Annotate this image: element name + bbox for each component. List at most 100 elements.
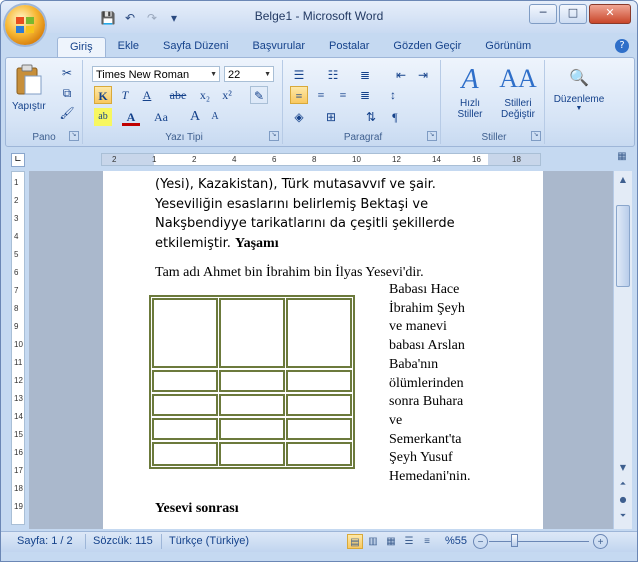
editing-button[interactable]: 🔍 Düzenleme ▼ bbox=[548, 64, 610, 112]
align-left-icon[interactable]: ≡ bbox=[290, 86, 308, 104]
grow-font-button[interactable]: A bbox=[186, 108, 204, 126]
borders-icon[interactable]: ⊞ bbox=[322, 108, 340, 126]
line-spacing-icon[interactable]: ↕ bbox=[384, 86, 402, 104]
change-styles-button[interactable]: AA Stilleri Değiştir bbox=[494, 64, 542, 120]
styles-launcher-icon[interactable]: ↘ bbox=[531, 131, 541, 141]
language-indicator[interactable]: Türkçe (Türkiye) bbox=[169, 535, 249, 547]
tab-3[interactable]: Başvurular bbox=[240, 37, 317, 58]
table-cell[interactable] bbox=[152, 394, 218, 416]
web-layout-icon[interactable]: ▦ bbox=[383, 534, 399, 549]
sort-icon[interactable]: ⇅ bbox=[362, 108, 380, 126]
table-cell[interactable] bbox=[286, 394, 352, 416]
minimize-button[interactable]: ─ bbox=[529, 4, 557, 24]
page-count[interactable]: Sayfa: 1 / 2 bbox=[17, 535, 73, 547]
ruler-tick-label: 3 bbox=[14, 214, 19, 223]
horizontal-ruler[interactable]: 2 1 2 4 6 8 10 12 14 16 18 bbox=[101, 153, 541, 166]
italic-button[interactable]: T bbox=[116, 86, 134, 104]
tab-1[interactable]: Ekle bbox=[106, 37, 151, 58]
chevron-down-icon: ▼ bbox=[264, 71, 271, 78]
table-cell[interactable] bbox=[152, 370, 218, 392]
table-cell[interactable] bbox=[152, 442, 218, 466]
decrease-indent-icon[interactable]: ⇤ bbox=[392, 66, 410, 84]
underline-button[interactable]: A bbox=[138, 86, 156, 104]
zoom-slider-thumb[interactable] bbox=[511, 534, 518, 547]
table-cell[interactable] bbox=[286, 370, 352, 392]
tab-selector[interactable]: ∟ bbox=[11, 153, 25, 167]
font-family-combo[interactable]: Times New Roman ▼ bbox=[92, 66, 220, 82]
highlight-button[interactable]: ab bbox=[94, 108, 112, 126]
document-area[interactable]: (Yesi), Kazakistan), Türk mutasavvıf ve … bbox=[29, 171, 613, 529]
next-page-icon[interactable]: ⏷ bbox=[615, 509, 631, 523]
tab-6[interactable]: Görünüm bbox=[473, 37, 543, 58]
zoom-in-button[interactable]: + bbox=[593, 534, 608, 549]
format-painter-icon[interactable]: 🖌 bbox=[58, 104, 76, 122]
table-cell[interactable] bbox=[219, 442, 285, 466]
table-cell[interactable] bbox=[219, 394, 285, 416]
office-button[interactable] bbox=[5, 5, 45, 45]
full-screen-reading-icon[interactable]: ▥ bbox=[365, 534, 381, 549]
close-button[interactable]: ✕ bbox=[589, 4, 631, 24]
text-line: Babası Hace bbox=[389, 282, 460, 297]
table-cell[interactable] bbox=[219, 298, 285, 368]
tab-2[interactable]: Sayfa Düzeni bbox=[151, 37, 240, 58]
copy-icon[interactable]: ⧉ bbox=[58, 84, 76, 102]
status-bar: Sayfa: 1 / 2 Sözcük: 115 Türkçe (Türkiye… bbox=[1, 531, 637, 552]
table[interactable] bbox=[149, 295, 355, 469]
vertical-ruler[interactable]: 1 2 3 4 5 6 7 8 9 10 11 12 13 14 15 16 17 18 19 bbox=[11, 171, 25, 525]
tab-0[interactable]: Giriş bbox=[57, 37, 106, 59]
table-cell[interactable] bbox=[152, 418, 218, 440]
font-size-combo[interactable]: 22 ▼ bbox=[224, 66, 274, 82]
ruler-tick-label: 1 bbox=[14, 178, 19, 187]
numbering-icon[interactable]: ☷ bbox=[324, 66, 342, 84]
table-cell[interactable] bbox=[219, 370, 285, 392]
previous-page-icon[interactable]: ⏶ bbox=[615, 477, 631, 491]
tab-5[interactable]: Gözden Geçir bbox=[381, 37, 473, 58]
maximize-button[interactable]: □ bbox=[559, 4, 587, 24]
zoom-out-button[interactable]: − bbox=[473, 534, 488, 549]
draft-view-icon[interactable]: ≡ bbox=[419, 534, 435, 549]
shading-icon[interactable]: ◈ bbox=[290, 108, 308, 126]
outline-view-icon[interactable]: ☰ bbox=[401, 534, 417, 549]
table-cell[interactable] bbox=[152, 298, 218, 368]
word-count[interactable]: Sözcük: 115 bbox=[93, 535, 153, 547]
tab-4[interactable]: Postalar bbox=[317, 37, 381, 58]
superscript-button[interactable]: x² bbox=[218, 86, 236, 104]
help-icon[interactable]: ? bbox=[615, 39, 629, 53]
styles-group: A Hızlı Stiller AA Stilleri Değiştir Sti… bbox=[444, 60, 545, 144]
paste-button[interactable]: Yapıştır bbox=[12, 64, 46, 116]
vertical-scrollbar[interactable]: ▲ ▼ ⏶ ● ⏷ bbox=[613, 171, 632, 529]
view-ruler-icon[interactable]: ▦ bbox=[613, 151, 631, 167]
table-cell[interactable] bbox=[286, 442, 352, 466]
document-page[interactable]: (Yesi), Kazakistan), Türk mutasavvıf ve … bbox=[103, 171, 543, 529]
quick-styles-button[interactable]: A Hızlı Stiller bbox=[448, 64, 492, 120]
scroll-up-icon[interactable]: ▲ bbox=[615, 173, 631, 187]
subscript-button[interactable]: x₂ bbox=[196, 86, 214, 104]
paragraph-launcher-icon[interactable]: ↘ bbox=[427, 131, 437, 141]
align-right-icon[interactable]: ≡ bbox=[334, 86, 352, 104]
print-layout-icon[interactable]: ▤ bbox=[347, 534, 363, 549]
bold-button[interactable]: K bbox=[94, 86, 112, 104]
scroll-down-icon[interactable]: ▼ bbox=[615, 461, 631, 475]
change-case-button[interactable]: Aa bbox=[148, 108, 174, 126]
table-cell[interactable] bbox=[286, 298, 352, 368]
shrink-font-button[interactable]: A bbox=[206, 108, 224, 126]
zoom-level[interactable]: %55 bbox=[445, 535, 467, 547]
increase-indent-icon[interactable]: ⇥ bbox=[414, 66, 432, 84]
select-browse-object-icon[interactable]: ● bbox=[615, 493, 631, 507]
table-cell[interactable] bbox=[286, 418, 352, 440]
ruler-tick-label: 14 bbox=[14, 412, 23, 421]
multilevel-list-icon[interactable]: ≣ bbox=[356, 66, 374, 84]
strikethrough-button[interactable]: abe bbox=[166, 86, 190, 104]
cut-icon[interactable]: ✂ bbox=[58, 64, 76, 82]
clear-formatting-icon[interactable]: ✎ bbox=[250, 86, 268, 104]
align-center-icon[interactable]: ≡ bbox=[312, 86, 330, 104]
clipboard-launcher-icon[interactable]: ↘ bbox=[69, 131, 79, 141]
font-color-button[interactable]: A bbox=[122, 108, 140, 126]
font-launcher-icon[interactable]: ↘ bbox=[269, 131, 279, 141]
bullets-icon[interactable]: ☰ bbox=[290, 66, 308, 84]
table-cell[interactable] bbox=[219, 418, 285, 440]
zoom-slider-track[interactable] bbox=[489, 541, 589, 542]
show-marks-icon[interactable]: ¶ bbox=[386, 108, 404, 126]
justify-icon[interactable]: ≣ bbox=[356, 86, 374, 104]
scroll-thumb[interactable] bbox=[616, 205, 630, 287]
